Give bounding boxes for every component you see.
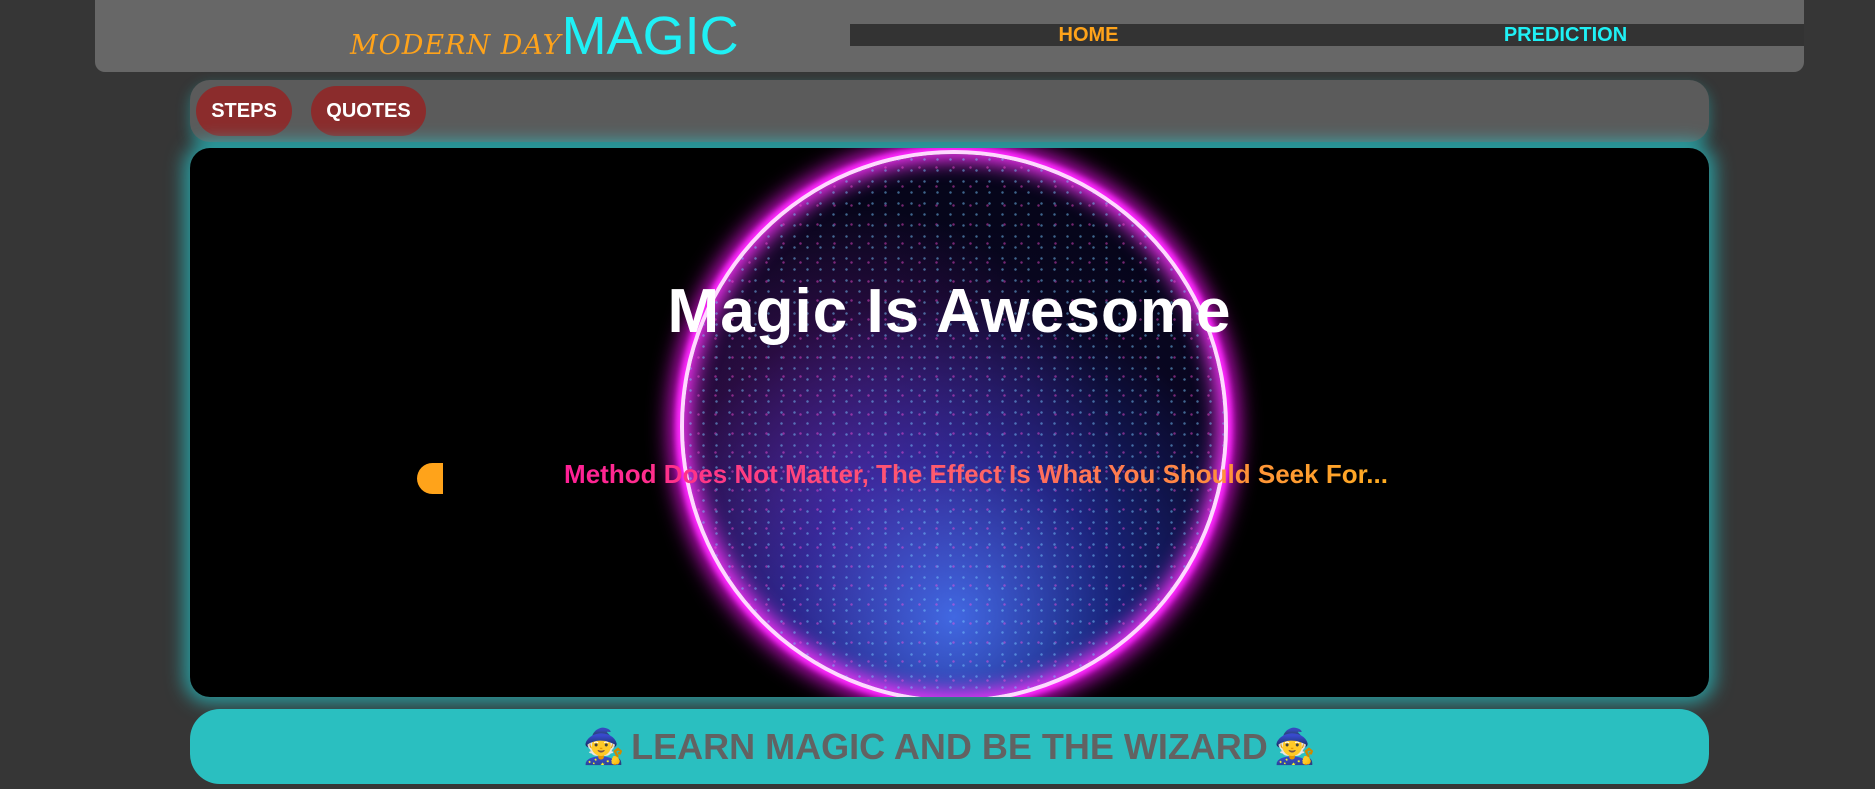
brand-big-text: MAGIC	[561, 6, 739, 66]
main-nav: HOME PREDICTION	[850, 24, 1804, 46]
learn-magic-button[interactable]: 🧙 LEARN MAGIC AND BE THE WIZARD 🧙	[190, 709, 1709, 784]
wizard-icon: 🧙	[1273, 726, 1317, 767]
brand-small-text: MODERN DAY	[350, 30, 562, 61]
sub-navigation-bar: STEPS QUOTES	[190, 80, 1709, 142]
hero-title: Magic Is Awesome	[667, 277, 1232, 346]
learn-magic-label: LEARN MAGIC AND BE THE WIZARD	[631, 725, 1268, 767]
nav-home-link[interactable]: HOME	[850, 24, 1327, 46]
nav-prediction-link[interactable]: PREDICTION	[1327, 24, 1804, 46]
typing-cursor-icon	[417, 463, 443, 494]
quotes-button[interactable]: QUOTES	[311, 86, 426, 136]
hero-banner: Magic Is Awesome Method Does Not Matter,…	[190, 148, 1709, 697]
magic-orb-image	[680, 150, 1228, 697]
orb-particles	[684, 154, 1224, 697]
site-header: MODERN DAY MAGIC HOME PREDICTION	[95, 0, 1804, 72]
steps-button[interactable]: STEPS	[196, 86, 292, 136]
hero-subtitle: Method Does Not Matter, The Effect Is Wh…	[526, 459, 1426, 490]
site-logo[interactable]: MODERN DAY MAGIC	[350, 6, 739, 66]
wizard-icon: 🧙	[582, 726, 626, 767]
